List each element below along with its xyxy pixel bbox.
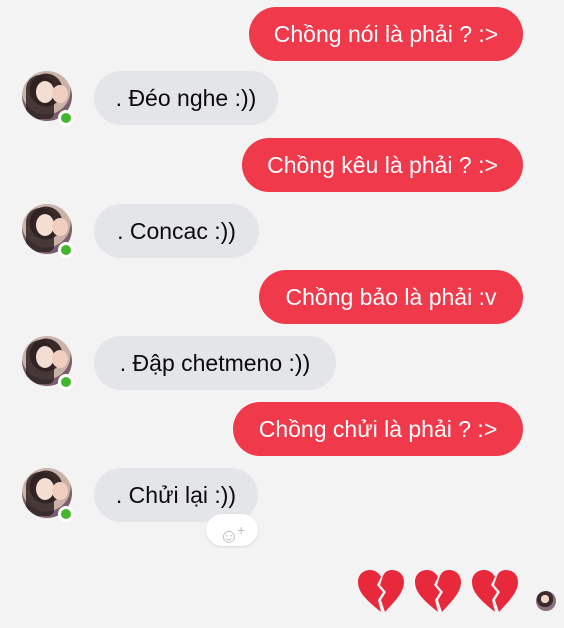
sent-message-bubble[interactable]: Chồng nói là phải ? :>	[249, 7, 523, 61]
received-message-bubble[interactable]: . Đập chetmeno :))	[94, 336, 336, 390]
broken-heart-icon[interactable]	[470, 568, 520, 614]
online-status-dot	[58, 110, 74, 126]
broken-heart-icon[interactable]	[413, 568, 463, 614]
online-status-dot	[58, 242, 74, 258]
seen-avatar	[536, 591, 556, 611]
sent-message-bubble[interactable]: Chồng bảo là phải :v	[259, 270, 523, 324]
add-plus-icon: +	[237, 522, 246, 538]
online-status-dot	[58, 374, 74, 390]
sent-message-bubble[interactable]: Chồng kêu là phải ? :>	[242, 138, 523, 192]
broken-heart-icon[interactable]	[356, 568, 406, 614]
sent-message-bubble[interactable]: Chồng chửi là phải ? :>	[233, 402, 523, 456]
online-status-dot	[58, 506, 74, 522]
received-message-bubble[interactable]: . Đéo nghe :))	[94, 71, 278, 125]
add-reaction-button[interactable]: ☺+	[206, 514, 258, 548]
received-message-bubble[interactable]: . Concac :))	[94, 204, 259, 258]
